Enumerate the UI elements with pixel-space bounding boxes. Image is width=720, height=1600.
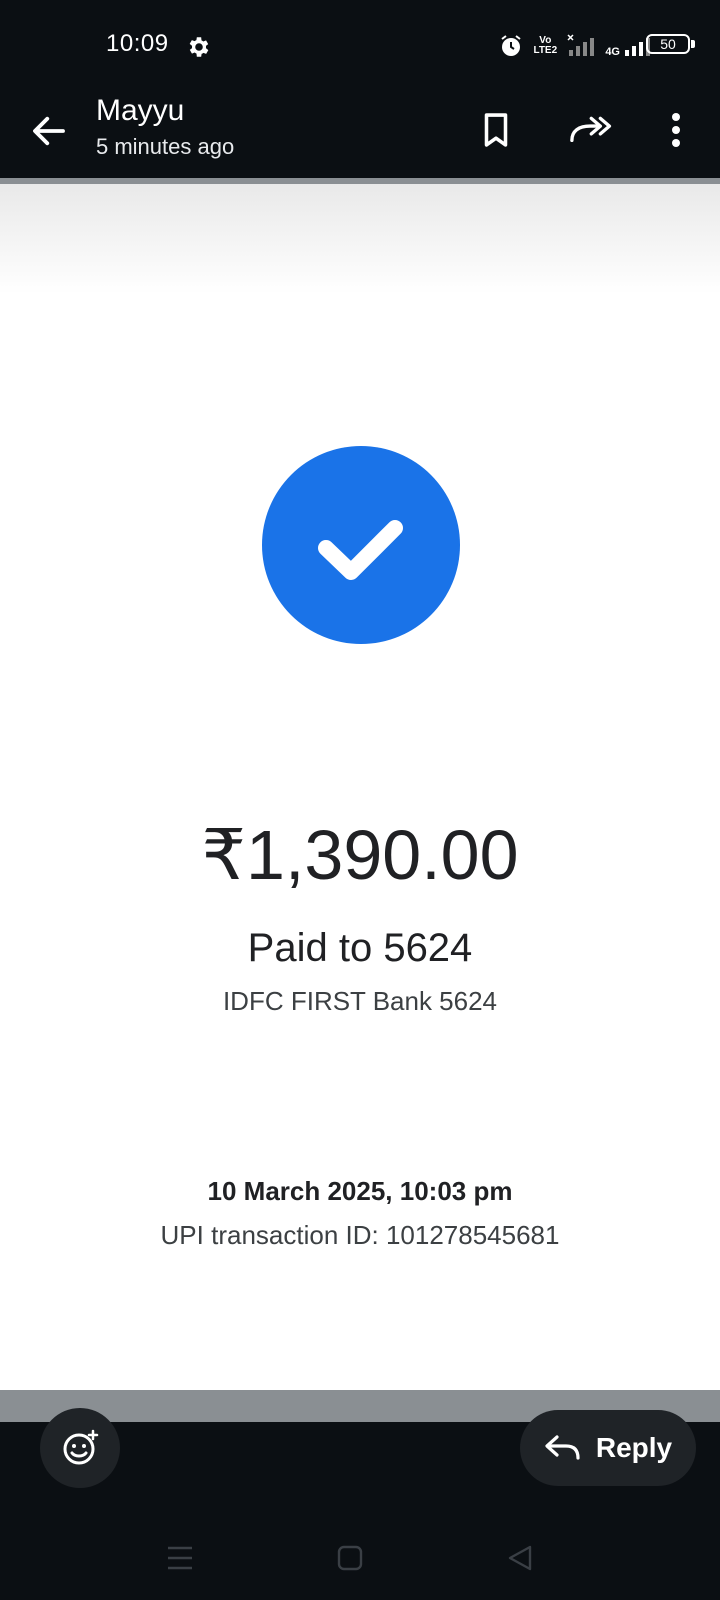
back-triangle-icon xyxy=(508,1545,532,1571)
payment-receipt: ₹1,390.00 Paid to 5624 IDFC FIRST Bank 5… xyxy=(0,184,720,1390)
home-button[interactable] xyxy=(330,1540,370,1576)
reply-label: Reply xyxy=(595,1432,673,1463)
forward-icon xyxy=(570,116,612,143)
success-check-icon xyxy=(262,446,460,644)
signal-4g-icon: 4G xyxy=(605,34,650,58)
message-time: 5 minutes ago xyxy=(96,134,235,159)
battery-level: 50 xyxy=(660,36,676,52)
paid-to-label: Paid to 5624 xyxy=(247,926,473,970)
payment-amount: ₹1,390.00 xyxy=(201,816,519,894)
battery-icon: 50 xyxy=(646,34,690,54)
gear-icon xyxy=(189,37,209,57)
alarm-icon xyxy=(501,35,521,56)
status-icons: Vo LTE2 4G xyxy=(499,32,650,60)
bank-name: IDFC FIRST Bank 5624 xyxy=(222,986,498,1016)
back-button[interactable] xyxy=(500,1540,540,1576)
forward-button[interactable] xyxy=(566,106,614,154)
signal-icon xyxy=(567,34,595,56)
recents-button[interactable] xyxy=(160,1540,200,1576)
add-reaction-button[interactable] xyxy=(40,1408,120,1488)
navigation-bar xyxy=(0,1520,720,1600)
transaction-datetime: 10 March 2025, 10:03 pm xyxy=(207,1176,513,1206)
upi-transaction-id: UPI transaction ID: 101278545681 xyxy=(160,1220,560,1250)
home-icon xyxy=(337,1545,363,1571)
reply-icon xyxy=(545,1435,580,1460)
emoji-add-icon xyxy=(63,1429,99,1465)
bookmark-icon xyxy=(484,113,508,147)
status-time: 10:09 xyxy=(106,30,169,57)
more-options-button[interactable] xyxy=(652,106,700,154)
status-bar: 10:09 Vo LTE2 4G 50 xyxy=(0,0,720,88)
back-arrow-icon[interactable] xyxy=(28,110,70,152)
volte-icon: Vo LTE2 xyxy=(533,35,558,56)
app-bar: Mayyu 5 minutes ago xyxy=(0,88,720,178)
shared-image[interactable]: ₹1,390.00 Paid to 5624 IDFC FIRST Bank 5… xyxy=(0,178,720,1422)
bookmark-button[interactable] xyxy=(472,106,520,154)
network-type-label: 4G xyxy=(605,46,620,58)
battery-tip xyxy=(691,40,695,48)
menu-icon xyxy=(168,1546,192,1570)
sender-name: Mayyu xyxy=(96,94,185,127)
more-vert-icon xyxy=(672,113,680,147)
reply-button[interactable]: Reply xyxy=(520,1410,696,1486)
